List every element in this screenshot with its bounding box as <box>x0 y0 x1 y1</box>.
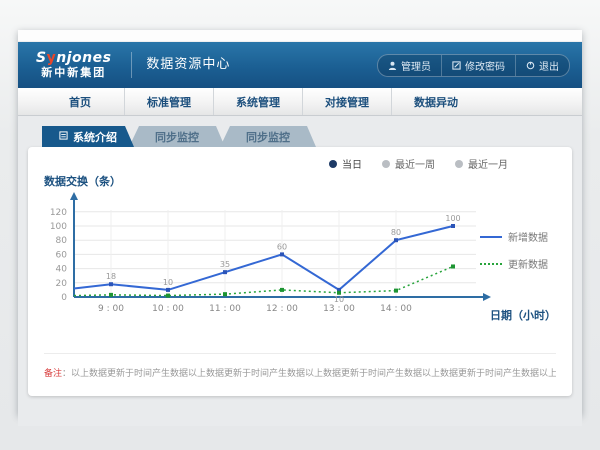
nav-item-home[interactable]: 首页 <box>36 88 124 115</box>
nav-item-interface-mgmt[interactable]: 对接管理 <box>302 88 391 115</box>
page-title: 数据资源中心 <box>131 52 230 78</box>
change-password-label: 修改密码 <box>465 58 505 73</box>
legend-label: 新增数据 <box>508 229 548 244</box>
svg-text:35: 35 <box>220 260 230 269</box>
tab-bar: 系统介绍 同步监控 同步监控 <box>42 126 572 147</box>
svg-text:12 : 00: 12 : 00 <box>266 304 298 314</box>
window-top-strip <box>18 30 582 42</box>
svg-text:60: 60 <box>277 242 287 251</box>
nav-item-system-mgmt[interactable]: 系统管理 <box>213 88 302 115</box>
tab-label: 同步监控 <box>246 129 290 145</box>
line-chart: 0 20 40 60 80 100 120 9 : 00 10 : 00 11 : 00 12 : … <box>42 189 494 319</box>
x-axis-title: 日期（小时） <box>490 307 556 323</box>
user-actions: 管理员 修改密码 退出 <box>377 54 570 77</box>
svg-text:120: 120 <box>50 208 67 218</box>
filter-last-month[interactable]: 最近一月 <box>455 156 508 171</box>
logo: Synjones 新中新集团 <box>30 51 117 78</box>
nav-item-standard-mgmt[interactable]: 标准管理 <box>124 88 213 115</box>
app-header: Synjones 新中新集团 数据资源中心 管理员 修改密码 <box>18 42 582 88</box>
svg-text:18: 18 <box>106 272 116 281</box>
svg-text:10 : 00: 10 : 00 <box>152 304 184 314</box>
change-password-button[interactable]: 修改密码 <box>441 55 515 76</box>
svg-text:0: 0 <box>61 293 67 303</box>
legend-item-new-data[interactable]: 新增数据 <box>480 229 564 244</box>
svg-text:100: 100 <box>445 214 460 223</box>
svg-text:13 : 00: 13 : 00 <box>323 304 355 314</box>
radio-dot-icon <box>382 160 390 168</box>
edit-icon <box>452 61 461 70</box>
filter-last-week-label: 最近一周 <box>395 156 435 171</box>
time-range-filter: 当日 最近一周 最近一月 <box>329 156 508 171</box>
legend-item-updated-data[interactable]: 更新数据 <box>480 256 564 271</box>
svg-text:10: 10 <box>334 295 344 304</box>
svg-text:80: 80 <box>56 236 68 246</box>
svg-text:60: 60 <box>56 250 68 260</box>
footnote-text: ：以上数据更新于时间产生数据以上数据更新于时间产生数据以上数据更新于时间产生数据… <box>62 369 556 379</box>
svg-text:10: 10 <box>163 278 173 287</box>
solid-line-icon <box>480 236 502 238</box>
document-icon <box>59 130 68 143</box>
svg-text:80: 80 <box>391 228 401 237</box>
main-window: Synjones 新中新集团 数据资源中心 管理员 修改密码 <box>18 30 582 415</box>
svg-text:100: 100 <box>50 222 67 232</box>
svg-text:40: 40 <box>56 265 68 275</box>
logo-en: Synjones <box>36 51 111 66</box>
admin-user-button[interactable]: 管理员 <box>378 55 441 76</box>
main-nav: 首页 标准管理 系统管理 对接管理 数据异动 <box>18 88 582 116</box>
footnote-label: 备注 <box>44 369 62 379</box>
logout-button[interactable]: 退出 <box>515 55 569 76</box>
svg-text:9 : 00: 9 : 00 <box>98 304 124 314</box>
filter-today[interactable]: 当日 <box>329 156 362 171</box>
svg-text:11 : 00: 11 : 00 <box>209 304 241 314</box>
tab-sync-monitor-2[interactable]: 同步监控 <box>220 126 316 147</box>
admin-user-label: 管理员 <box>401 58 431 73</box>
tab-sync-monitor-1[interactable]: 同步监控 <box>129 126 225 147</box>
logo-cn: 新中新集团 <box>41 67 106 79</box>
filter-today-label: 当日 <box>342 156 362 171</box>
nav-item-data-change[interactable]: 数据异动 <box>391 88 480 115</box>
tab-label: 同步监控 <box>155 129 199 145</box>
y-axis-title: 数据交换（条） <box>44 173 121 189</box>
legend-label: 更新数据 <box>508 256 548 271</box>
chart-legend: 新增数据 更新数据 <box>480 229 564 271</box>
chart-panel: 当日 最近一周 最近一月 数据交换（条） 0 20 40 60 80 100 120 9 : … <box>28 147 572 396</box>
tab-label: 系统介绍 <box>73 129 117 145</box>
content-area: 系统介绍 同步监控 同步监控 当日 最近一周 <box>18 116 582 426</box>
logout-icon <box>526 61 535 70</box>
svg-text:14 : 00: 14 : 00 <box>380 304 412 314</box>
filter-last-week[interactable]: 最近一周 <box>382 156 435 171</box>
user-icon <box>388 61 397 70</box>
tab-system-intro[interactable]: 系统介绍 <box>42 126 134 147</box>
dotted-line-icon <box>480 263 502 265</box>
radio-dot-icon <box>455 160 463 168</box>
radio-dot-icon <box>329 160 337 168</box>
filter-last-month-label: 最近一月 <box>468 156 508 171</box>
svg-text:20: 20 <box>56 279 68 289</box>
logo-accent: y <box>47 50 57 66</box>
footnote: 备注：以上数据更新于时间产生数据以上数据更新于时间产生数据以上数据更新于时间产生… <box>44 353 556 379</box>
logout-label: 退出 <box>539 58 559 73</box>
